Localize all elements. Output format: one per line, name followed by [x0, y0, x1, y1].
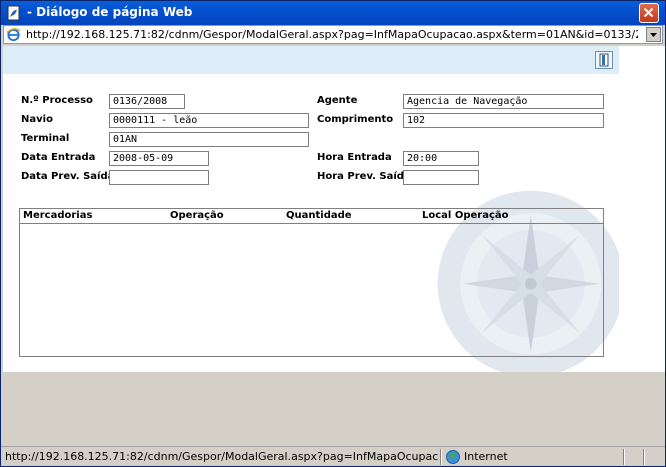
page-toolbar [3, 46, 619, 74]
status-divider [643, 449, 645, 465]
grid-header-operacao[interactable]: Operação [170, 210, 224, 221]
processo-label: N.º Processo [21, 95, 93, 106]
grid-header: Mercadorias Operação Quantidade Local Op… [20, 209, 603, 224]
globe-icon [446, 450, 460, 464]
agente-field[interactable]: Agencia de Navegação [403, 94, 604, 109]
close-icon [643, 7, 654, 18]
close-button[interactable] [639, 3, 659, 23]
mercadorias-grid: Mercadorias Operação Quantidade Local Op… [19, 208, 604, 357]
content-margin [619, 46, 665, 372]
page-content: N.º Processo 0136/2008 Navio 0000111 - l… [3, 46, 619, 372]
comprimento-field[interactable]: 102 [403, 113, 604, 128]
address-dropdown-button[interactable] [646, 27, 661, 42]
dialog-window: - Diálogo de página Web http://192.168.1… [0, 0, 666, 467]
address-url: http://192.168.125.71:82/cdnm/Gespor/Mod… [26, 28, 638, 41]
window-title: - Diálogo de página Web [27, 5, 193, 19]
status-divider [440, 449, 442, 465]
hora-entrada-label: Hora Entrada [317, 152, 392, 163]
navio-label: Navio [21, 114, 53, 125]
terminal-field[interactable]: 01AN [109, 132, 309, 147]
chevron-down-icon [650, 33, 657, 37]
data-prev-saida-label: Data Prev. Saída [21, 171, 115, 182]
document-icon [599, 53, 609, 67]
hora-entrada-field[interactable]: 20:00 [403, 151, 479, 166]
processo-field[interactable]: 0136/2008 [109, 94, 185, 109]
page-icon [7, 5, 20, 21]
grid-header-local-operacao[interactable]: Local Operação [422, 210, 509, 221]
terminal-label: Terminal [21, 133, 70, 144]
grid-header-mercadorias[interactable]: Mercadorias [23, 210, 92, 221]
title-bar[interactable]: - Diálogo de página Web [1, 1, 665, 25]
data-prev-saida-field[interactable] [109, 170, 209, 185]
data-entrada-field[interactable]: 2008-05-09 [109, 151, 209, 166]
hora-prev-saida-label: Hora Prev. Saída [317, 171, 411, 182]
status-text: http://192.168.125.71:82/cdnm/Gespor/Mod… [5, 450, 439, 463]
toolbar-button[interactable] [595, 51, 613, 69]
data-entrada-label: Data Entrada [21, 152, 96, 163]
agente-label: Agente [317, 95, 358, 106]
grid-header-quantidade[interactable]: Quantidade [286, 210, 352, 221]
comprimento-label: Comprimento [317, 114, 394, 125]
navio-field[interactable]: 0000111 - leão [109, 113, 309, 128]
status-bar: http://192.168.125.71:82/cdnm/Gespor/Mod… [1, 446, 665, 466]
security-zone-label: Internet [464, 450, 508, 463]
hora-prev-saida-field[interactable] [403, 170, 479, 185]
address-bar: http://192.168.125.71:82/cdnm/Gespor/Mod… [3, 25, 663, 44]
ie-icon [6, 28, 21, 42]
status-divider [623, 449, 625, 465]
